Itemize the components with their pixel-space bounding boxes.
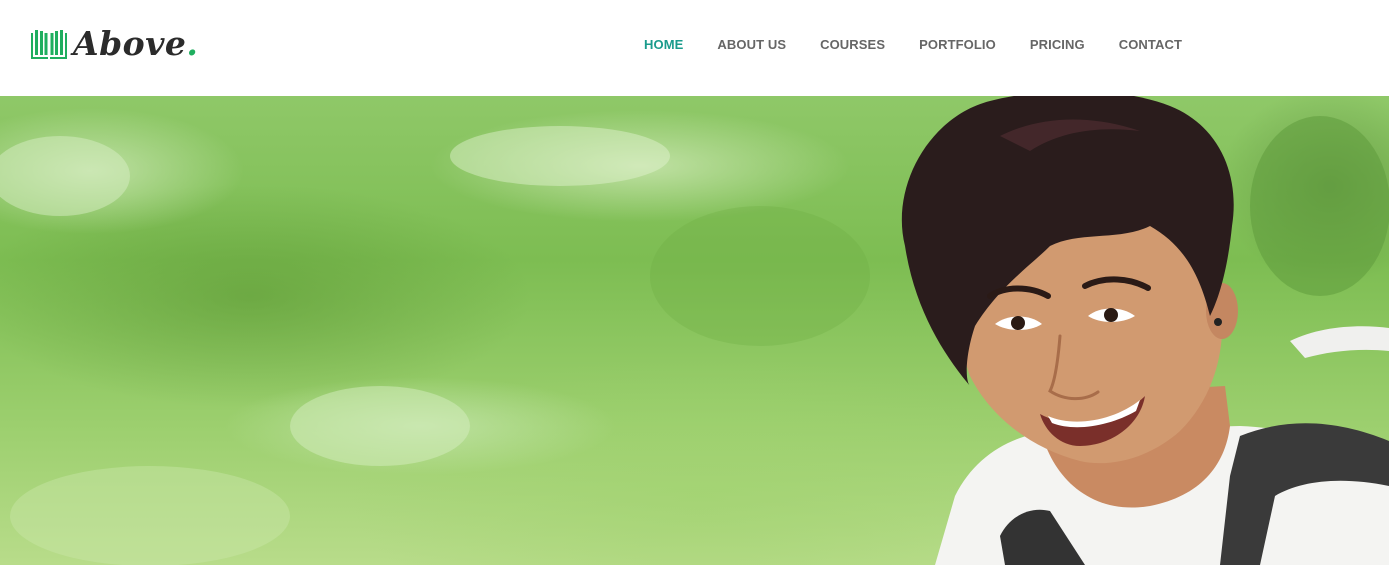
site-header: Above. HOME ABOUT US COURSES PORTFOLIO P… (0, 0, 1389, 96)
hero-student-illustration (0, 96, 1389, 565)
nav-portfolio[interactable]: PORTFOLIO (902, 36, 1013, 54)
nav-home[interactable]: HOME (627, 36, 700, 54)
nav-pricing[interactable]: PRICING (1013, 36, 1102, 54)
nav-about-us[interactable]: ABOUT US (700, 36, 803, 54)
nav-courses[interactable]: COURSES (803, 36, 902, 54)
hero-banner (0, 96, 1389, 565)
logo-text: Above. (73, 26, 198, 62)
brand-name: Above (73, 24, 187, 63)
open-book-icon (31, 30, 67, 59)
logo-link[interactable]: Above. (29, 26, 198, 62)
main-nav: HOME ABOUT US COURSES PORTFOLIO PRICING … (627, 36, 1199, 54)
nav-contact[interactable]: CONTACT (1102, 36, 1199, 54)
brand-dot: . (186, 24, 199, 63)
